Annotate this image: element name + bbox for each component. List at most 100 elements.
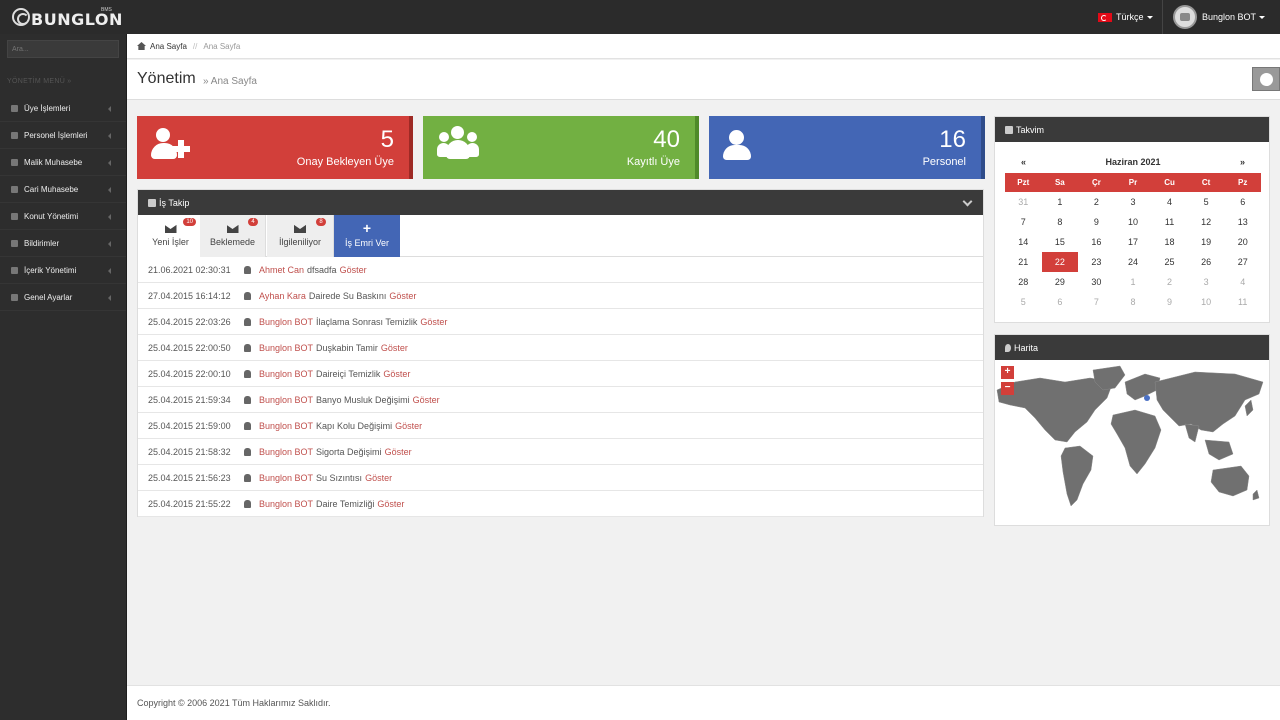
user-menu[interactable]: Bunglon BOT [1162, 0, 1280, 34]
calendar-day[interactable]: 23 [1078, 252, 1115, 272]
sidebar-item[interactable]: Malik Muhasebe [0, 149, 126, 176]
calendar-day[interactable]: 11 [1224, 292, 1261, 312]
sidebar-item[interactable]: Bildirimler [0, 230, 126, 257]
sidebar-item[interactable]: İçerik Yönetimi [0, 257, 126, 284]
stat-personnel[interactable]: 16 Personel [709, 116, 985, 179]
calendar-day[interactable]: 2 [1078, 192, 1115, 212]
job-user-link[interactable]: Bunglon BOT [259, 421, 313, 431]
tab-is-emri-ver[interactable]: + İş Emri Ver [334, 215, 400, 257]
calendar-day[interactable]: 28 [1005, 272, 1042, 292]
brand-logo[interactable]: BUNGLON BMS [12, 7, 122, 29]
calendar-day[interactable]: 18 [1151, 232, 1188, 252]
show-link[interactable]: Göster [377, 499, 404, 509]
calendar-day[interactable]: 9 [1151, 292, 1188, 312]
sidebar-item[interactable]: Cari Muhasebe [0, 176, 126, 203]
job-user-link[interactable]: Ahmet Can [259, 265, 304, 275]
sidebar-item[interactable]: Personel İşlemleri [0, 122, 126, 149]
job-title: Daireiçi Temizlik [316, 368, 381, 379]
list-item: 25.04.2015 21:59:34 Bunglon BOT Banyo Musl… [138, 387, 983, 413]
calendar-day[interactable]: 5 [1005, 292, 1042, 312]
calendar-day[interactable]: 14 [1005, 232, 1042, 252]
language-dropdown[interactable]: Türkçe [1098, 12, 1153, 22]
calendar-day[interactable]: 3 [1188, 272, 1225, 292]
show-link[interactable]: Göster [340, 265, 367, 275]
calendar-day[interactable]: 4 [1224, 272, 1261, 292]
calendar-day[interactable]: 6 [1224, 192, 1261, 212]
calendar-prev-button[interactable]: « [1021, 157, 1026, 167]
show-link[interactable]: Göster [365, 473, 392, 483]
calendar-day[interactable]: 31 [1005, 192, 1042, 212]
job-date: 25.04.2015 22:00:10 [148, 368, 231, 379]
world-map[interactable]: + − [995, 360, 1269, 525]
search-input[interactable] [7, 40, 119, 58]
calendar-day[interactable]: 26 [1188, 252, 1225, 272]
show-link[interactable]: Göster [385, 447, 412, 457]
zoom-out-button[interactable]: − [1001, 382, 1014, 395]
sidebar-item[interactable]: Üye İşlemleri [0, 95, 126, 122]
show-link[interactable]: Göster [381, 343, 408, 353]
job-user-link[interactable]: Bunglon BOT [259, 473, 313, 483]
calendar-day[interactable]: 7 [1078, 292, 1115, 312]
panel-header: İş Takip [138, 190, 983, 215]
chevron-down-icon[interactable] [962, 196, 973, 207]
calendar-day[interactable]: 8 [1042, 212, 1079, 232]
weekday-header: Pzt [1005, 173, 1042, 192]
calendar-day[interactable]: 6 [1042, 292, 1079, 312]
job-user-link[interactable]: Bunglon BOT [259, 499, 313, 509]
calendar-next-button[interactable]: » [1240, 157, 1245, 167]
breadcrumb-home[interactable]: Ana Sayfa [150, 42, 187, 51]
calendar-day[interactable]: 16 [1078, 232, 1115, 252]
zoom-in-button[interactable]: + [1001, 366, 1014, 379]
job-user-link[interactable]: Bunglon BOT [259, 343, 313, 353]
calendar-day[interactable]: 24 [1115, 252, 1152, 272]
job-user-link[interactable]: Bunglon BOT [259, 317, 313, 327]
calendar-day[interactable]: 1 [1042, 192, 1079, 212]
calendar-day[interactable]: 3 [1115, 192, 1152, 212]
tab-ilgileniliyor[interactable]: İlgileniliyor 8 [267, 215, 334, 257]
job-user-link[interactable]: Bunglon BOT [259, 447, 313, 457]
calendar-day[interactable]: 30 [1078, 272, 1115, 292]
calendar-icon [1005, 125, 1013, 134]
calendar-day[interactable]: 15 [1042, 232, 1079, 252]
show-link[interactable]: Göster [395, 421, 422, 431]
calendar-day[interactable]: 19 [1188, 232, 1225, 252]
calendar-day[interactable]: 7 [1005, 212, 1042, 232]
job-date: 21.06.2021 02:30:31 [148, 264, 231, 275]
calendar-day[interactable]: 4 [1151, 192, 1188, 212]
calendar-day[interactable]: 9 [1078, 212, 1115, 232]
settings-button[interactable] [1252, 67, 1280, 91]
job-user-link[interactable]: Bunglon BOT [259, 369, 313, 379]
sidebar-item[interactable]: Genel Ayarlar [0, 284, 126, 311]
calendar-day[interactable]: 13 [1224, 212, 1261, 232]
job-user-link[interactable]: Ayhan Kara [259, 291, 306, 301]
calendar-day[interactable]: 17 [1115, 232, 1152, 252]
show-link[interactable]: Göster [389, 291, 416, 301]
stat-registered-members[interactable]: 40 Kayıtlı Üye [423, 116, 699, 179]
stat-value: 16 [939, 126, 966, 153]
calendar-day[interactable]: 10 [1115, 212, 1152, 232]
calendar-month[interactable]: Haziran 2021 [1105, 157, 1160, 167]
show-link[interactable]: Göster [383, 369, 410, 379]
calendar-day[interactable]: 2 [1151, 272, 1188, 292]
calendar-day[interactable]: 11 [1151, 212, 1188, 232]
calendar-day[interactable]: 20 [1224, 232, 1261, 252]
stat-pending-members[interactable]: 5 Onay Bekleyen Üye [137, 116, 413, 179]
tab-label: Beklemede [209, 237, 256, 247]
show-link[interactable]: Göster [413, 395, 440, 405]
show-link[interactable]: Göster [420, 317, 447, 327]
calendar-day[interactable]: 10 [1188, 292, 1225, 312]
calendar-day[interactable]: 12 [1188, 212, 1225, 232]
calendar-day[interactable]: 1 [1115, 272, 1152, 292]
calendar-day[interactable]: 27 [1224, 252, 1261, 272]
tab-yeni-isler[interactable]: Yeni İşler 10 [138, 215, 204, 257]
calendar-day[interactable]: 5 [1188, 192, 1225, 212]
calendar-day-today[interactable]: 22 [1041, 252, 1079, 272]
job-user-link[interactable]: Bunglon BOT [259, 395, 313, 405]
calendar-day[interactable]: 29 [1042, 272, 1079, 292]
calendar-day[interactable]: 8 [1115, 292, 1152, 312]
tab-beklemede[interactable]: Beklemede 4 [200, 215, 266, 257]
user-icon [244, 473, 251, 482]
sidebar-item[interactable]: Konut Yönetimi [0, 203, 126, 230]
calendar-day[interactable]: 25 [1151, 252, 1188, 272]
calendar-day[interactable]: 21 [1005, 252, 1042, 272]
